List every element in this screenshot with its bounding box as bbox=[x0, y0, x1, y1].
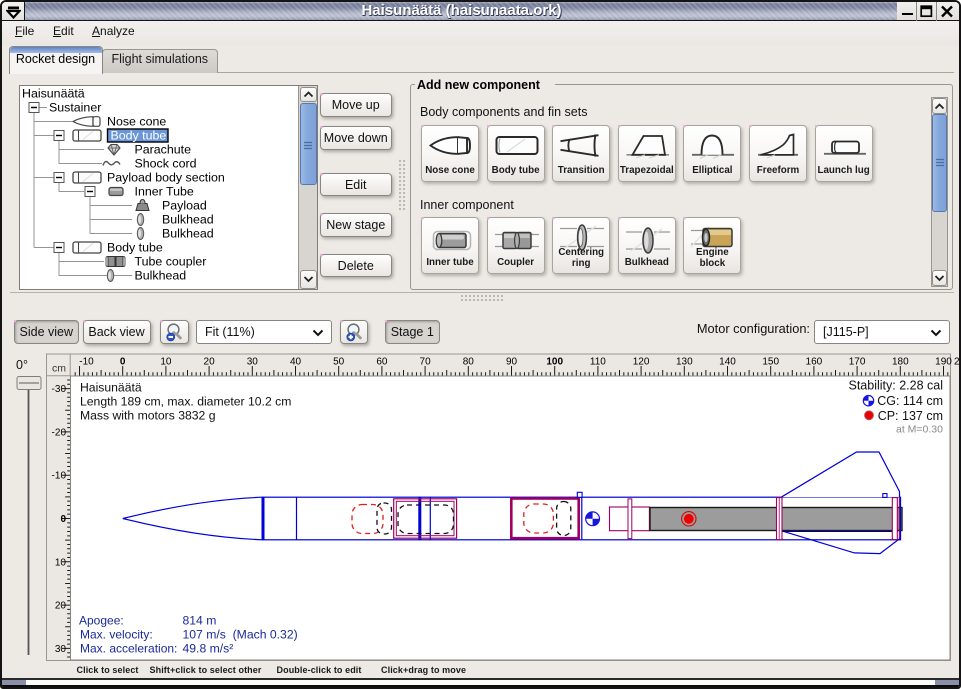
svg-text:20: 20 bbox=[204, 357, 216, 368]
svg-text:30: 30 bbox=[55, 644, 67, 655]
svg-text:20: 20 bbox=[55, 601, 67, 612]
svg-text:100: 100 bbox=[546, 357, 563, 368]
svg-text:80: 80 bbox=[463, 357, 475, 368]
svg-text:Max. velocity:: Max. velocity: bbox=[80, 628, 153, 642]
svg-text:-30: -30 bbox=[52, 384, 67, 395]
svg-text:Nose cone: Nose cone bbox=[107, 115, 166, 129]
svg-text:0: 0 bbox=[120, 357, 126, 368]
svg-text:Body tube: Body tube bbox=[107, 241, 163, 255]
svg-text:Haisunäätä: Haisunäätä bbox=[80, 381, 142, 395]
svg-text:-10: -10 bbox=[79, 357, 94, 368]
svg-text:Length 189 cm, max. diameter 1: Length 189 cm, max. diameter 10.2 cm bbox=[80, 395, 291, 409]
svg-text:0: 0 bbox=[60, 514, 66, 525]
svg-text:40: 40 bbox=[290, 357, 302, 368]
svg-text:CP: 137 cm: CP: 137 cm bbox=[878, 409, 943, 423]
svg-text:Shock cord: Shock cord bbox=[135, 157, 197, 171]
svg-text:10: 10 bbox=[160, 357, 172, 368]
svg-text:30: 30 bbox=[247, 357, 259, 368]
svg-text:90: 90 bbox=[506, 357, 518, 368]
svg-text:CG: 114 cm: CG: 114 cm bbox=[877, 394, 943, 408]
svg-text:60: 60 bbox=[376, 357, 388, 368]
svg-text:170: 170 bbox=[849, 357, 866, 368]
svg-text:110: 110 bbox=[590, 357, 606, 368]
svg-text:Stability: 2.28 cal: Stability: 2.28 cal bbox=[849, 379, 944, 393]
svg-text:cm: cm bbox=[52, 363, 66, 375]
svg-text:190: 190 bbox=[935, 357, 952, 368]
svg-text:Max. acceleration:: Max. acceleration: bbox=[80, 642, 177, 656]
svg-text:50: 50 bbox=[333, 357, 345, 368]
svg-text:814 m: 814 m bbox=[183, 614, 217, 628]
svg-text:180: 180 bbox=[892, 357, 909, 368]
svg-text:Payload: Payload bbox=[162, 199, 207, 213]
svg-text:140: 140 bbox=[719, 357, 736, 368]
svg-text:49.8 m/s²: 49.8 m/s² bbox=[183, 642, 234, 656]
svg-text:Parachute: Parachute bbox=[135, 143, 192, 157]
svg-text:130: 130 bbox=[676, 357, 693, 368]
svg-text:120: 120 bbox=[633, 357, 650, 368]
svg-text:0°: 0° bbox=[16, 358, 28, 372]
svg-text:Payload body section: Payload body section bbox=[107, 171, 225, 185]
svg-text:150: 150 bbox=[762, 357, 779, 368]
svg-text:Inner Tube: Inner Tube bbox=[135, 185, 194, 199]
svg-text:107 m/s (Mach 0.32): 107 m/s (Mach 0.32) bbox=[183, 628, 298, 642]
svg-text:160: 160 bbox=[806, 357, 823, 368]
svg-text:70: 70 bbox=[420, 357, 432, 368]
svg-text:Body tube: Body tube bbox=[111, 129, 167, 143]
svg-text:-20: -20 bbox=[52, 427, 67, 438]
svg-text:Tube coupler: Tube coupler bbox=[135, 255, 207, 269]
svg-text:Bulkhead: Bulkhead bbox=[135, 269, 187, 283]
svg-text:Bulkhead: Bulkhead bbox=[162, 227, 214, 241]
svg-text:Haisunäätä: Haisunäätä bbox=[22, 87, 85, 101]
svg-text:10: 10 bbox=[55, 557, 67, 568]
svg-text:Bulkhead: Bulkhead bbox=[162, 213, 214, 227]
svg-text:-10: -10 bbox=[52, 471, 67, 482]
svg-text:at M=0.30: at M=0.30 bbox=[896, 424, 943, 436]
svg-text:Apogee:: Apogee: bbox=[79, 614, 124, 628]
svg-text:Sustainer: Sustainer bbox=[49, 101, 101, 115]
svg-text:2: 2 bbox=[954, 357, 960, 368]
svg-text:Mass with motors 3832 g: Mass with motors 3832 g bbox=[80, 409, 215, 423]
